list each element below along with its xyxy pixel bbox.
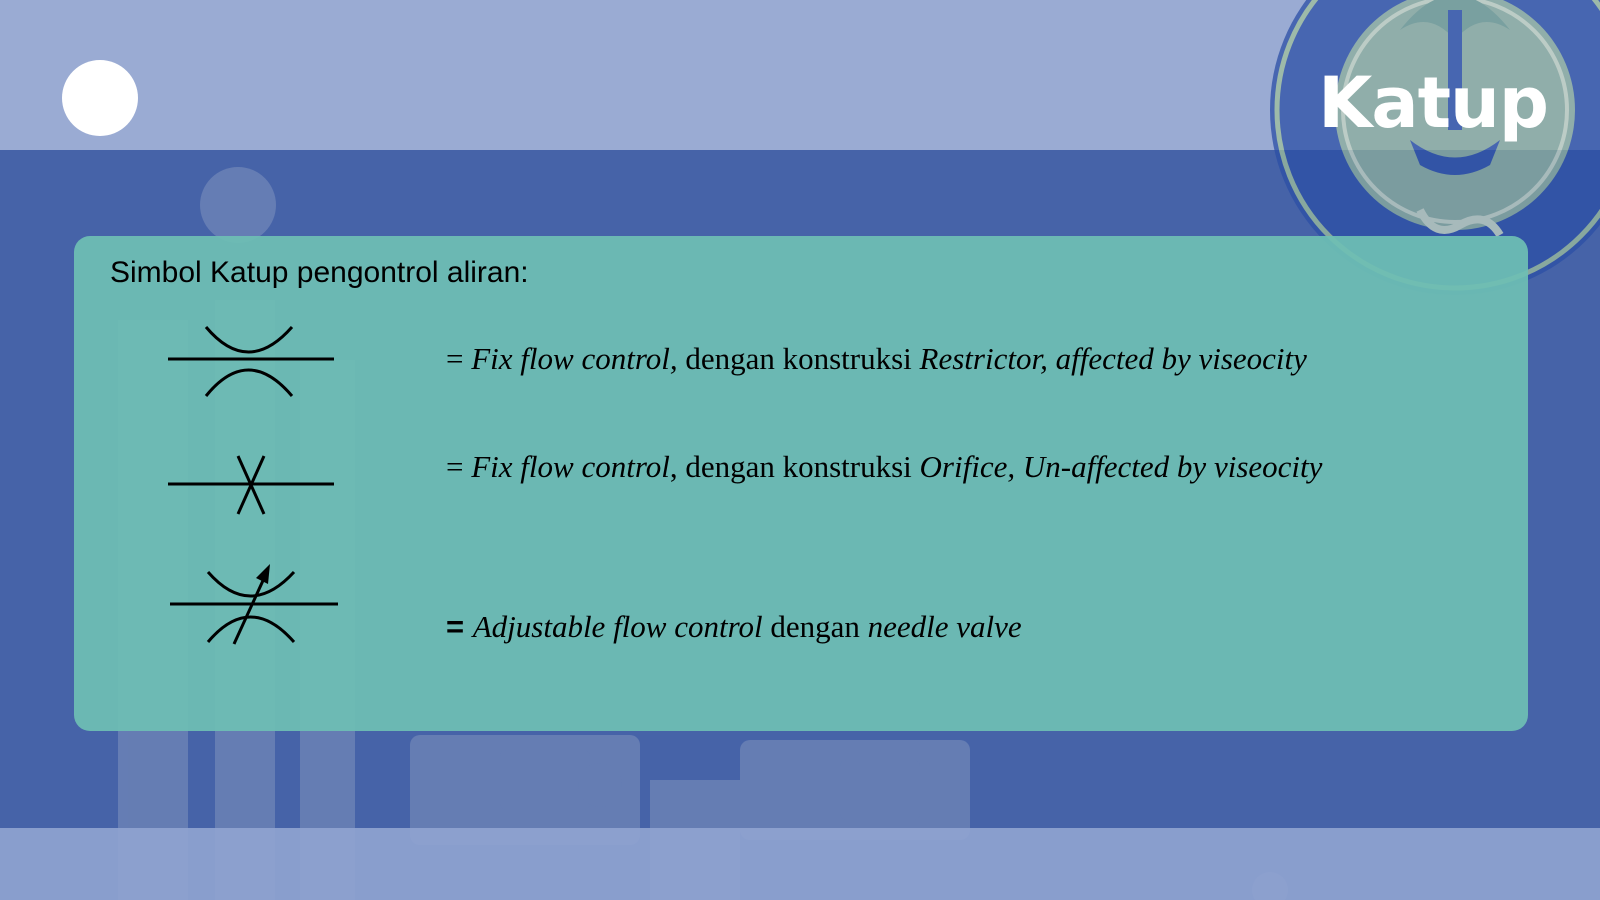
restrictor-symbol-icon bbox=[168, 326, 334, 397]
content-panel: Simbol Katup pengontrol aliran: = Fix fl… bbox=[74, 236, 1528, 731]
panel-heading: Simbol Katup pengontrol aliran: bbox=[110, 256, 529, 289]
decorative-white-circle bbox=[62, 60, 138, 136]
adjustable-restrictor-symbol-icon bbox=[170, 564, 338, 645]
footer-band bbox=[0, 828, 1600, 900]
adjustable-description: = Adjustable flow control dengan needle … bbox=[446, 609, 1022, 644]
restrictor-description: = Fix flow control, dengan konstruksi Re… bbox=[446, 341, 1307, 376]
slide-title: Katup bbox=[1318, 62, 1549, 144]
orifice-symbol-icon bbox=[168, 455, 334, 515]
orifice-description: = Fix flow control, dengan konstruksi Or… bbox=[446, 449, 1323, 484]
